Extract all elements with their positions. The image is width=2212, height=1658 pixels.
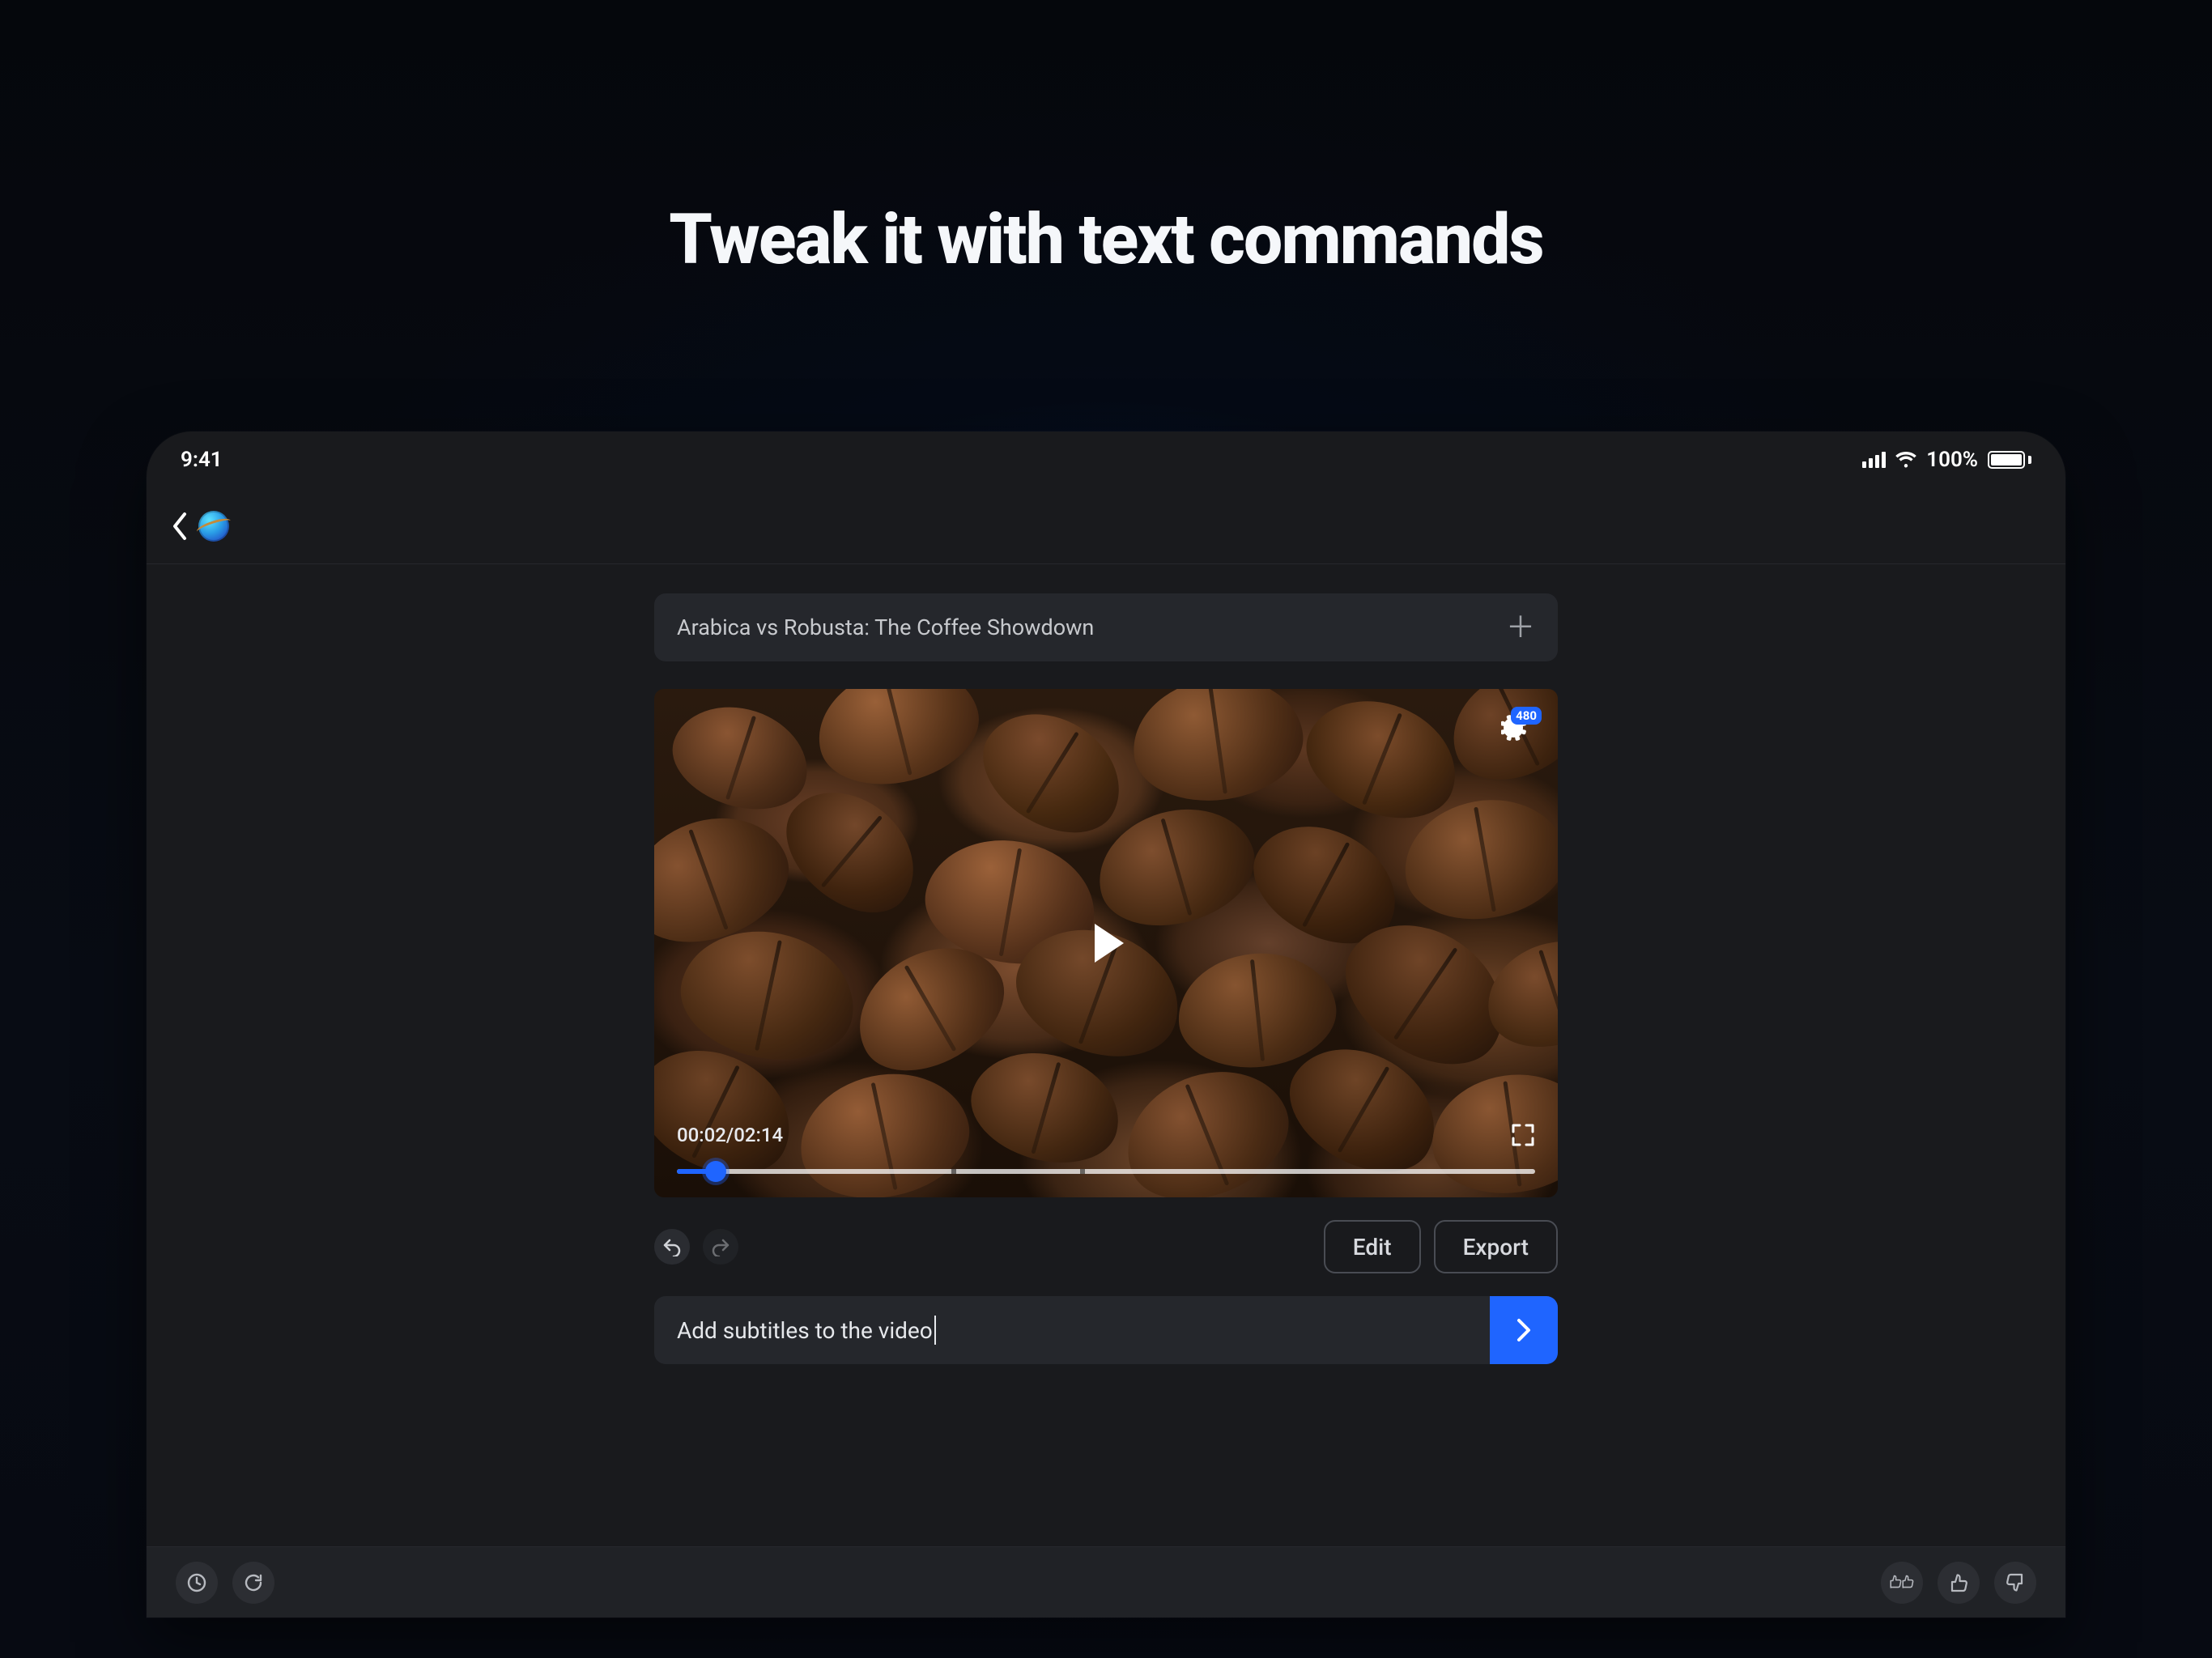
elapsed-time: 00:02: [677, 1124, 726, 1146]
cellular-icon: [1862, 452, 1886, 468]
back-button[interactable]: [171, 512, 189, 541]
thumbs-up-icon: [1948, 1572, 1969, 1593]
double-thumbs-icon: [1889, 1574, 1915, 1592]
play-button[interactable]: [1084, 921, 1128, 965]
battery-pct: 100%: [1926, 448, 1978, 472]
command-input[interactable]: Add subtitles to the video: [654, 1296, 1490, 1364]
fullscreen-button[interactable]: [1511, 1123, 1535, 1147]
thumbs-down-button[interactable]: [1994, 1562, 2036, 1604]
thumbs-up-button[interactable]: [1938, 1562, 1980, 1604]
send-button[interactable]: [1490, 1296, 1558, 1364]
command-input-text: Add subtitles to the video: [677, 1317, 933, 1344]
resolution-chip[interactable]: 480: [1501, 710, 1537, 746]
plus-icon[interactable]: ＋: [1506, 613, 1535, 642]
tablet-frame: 9:41 100% Ar: [147, 432, 2065, 1618]
headline: Tweak it with text commands: [0, 198, 2212, 280]
export-button[interactable]: Export: [1434, 1220, 1558, 1273]
scrubber[interactable]: [677, 1162, 1535, 1181]
battery-icon: [1988, 451, 2031, 469]
project-title-bar[interactable]: Arabica vs Robusta: The Coffee Showdown …: [654, 593, 1558, 661]
play-icon: [1095, 924, 1124, 963]
undo-button[interactable]: [654, 1229, 690, 1265]
total-time: 02:14: [734, 1124, 783, 1146]
time-separator: /: [726, 1124, 734, 1146]
edit-button[interactable]: Edit: [1324, 1220, 1421, 1273]
status-bar: 9:41 100%: [147, 432, 2065, 488]
bottom-toolbar: [147, 1546, 2065, 1618]
refresh-icon: [243, 1572, 264, 1593]
regenerate-button[interactable]: [232, 1562, 274, 1604]
text-caret: [934, 1316, 936, 1345]
project-title: Arabica vs Robusta: The Coffee Showdown: [677, 614, 1094, 640]
clock-icon: [186, 1572, 207, 1593]
video-preview[interactable]: 480 00:02 / 02:14: [654, 689, 1558, 1197]
rate-double-button[interactable]: [1881, 1562, 1923, 1604]
app-logo[interactable]: [198, 511, 229, 542]
status-time: 9:41: [181, 448, 223, 472]
chevron-right-icon: [1515, 1317, 1533, 1343]
redo-button[interactable]: [703, 1229, 738, 1265]
nav-bar: [147, 488, 2065, 564]
resolution-badge: 480: [1511, 707, 1542, 725]
thumbs-down-icon: [2005, 1572, 2026, 1593]
wifi-icon: [1895, 452, 1916, 468]
history-button[interactable]: [176, 1562, 218, 1604]
